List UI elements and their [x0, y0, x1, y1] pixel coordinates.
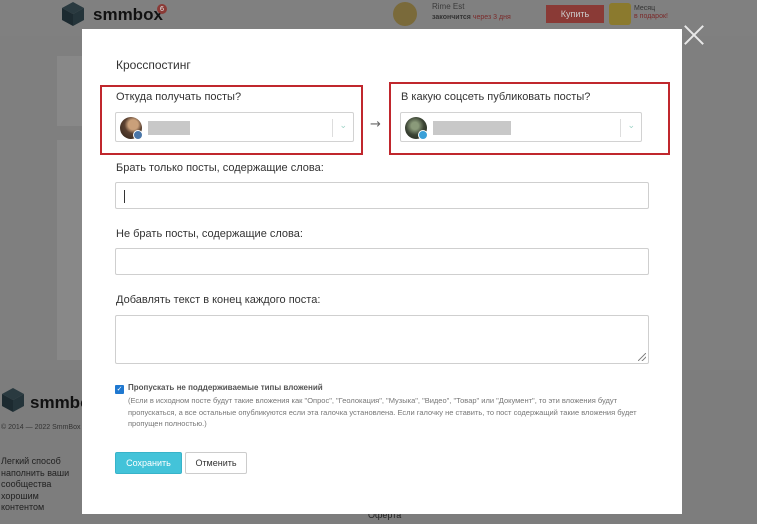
user-name[interactable]: Rime Est	[432, 2, 464, 11]
gift-line-2: в подарок!	[634, 13, 668, 20]
crossposting-modal: Кросспостинг Откуда получать посты? ⌄ → …	[82, 29, 682, 514]
telegram-icon	[418, 130, 428, 140]
chevron-down-icon[interactable]: ⌄	[627, 121, 635, 131]
resize-handle-icon[interactable]	[638, 353, 646, 361]
plan-status: закончится через 3 дня	[432, 14, 511, 21]
exclude-words-input[interactable]	[115, 248, 649, 275]
source-label: Откуда получать посты?	[116, 91, 242, 103]
exclude-words-label: Не брать посты, содержащие слова:	[116, 228, 303, 240]
skip-attachments-label[interactable]: Пропускать не поддерживаемые типы вложен…	[128, 383, 323, 392]
footer-copyright: © 2014 — 2022 SmmBox	[1, 424, 81, 431]
append-text-label: Добавлять текст в конец каждого поста:	[116, 294, 321, 306]
notification-badge[interactable]: 6	[157, 4, 167, 14]
gift-icon[interactable]	[609, 3, 631, 25]
select-divider	[620, 119, 621, 137]
arrow-icon: →	[370, 117, 381, 132]
cancel-button[interactable]: Отменить	[185, 452, 247, 474]
plan-text: закончится	[432, 14, 471, 21]
vk-icon	[133, 130, 143, 140]
user-avatar[interactable]	[393, 2, 417, 26]
footer-slogan: Легкий способ наполнить ваши сообщества …	[1, 456, 70, 512]
save-button[interactable]: Сохранить	[115, 452, 182, 474]
append-text-textarea[interactable]	[115, 315, 649, 364]
modal-title: Кросспостинг	[116, 58, 191, 72]
buy-button[interactable]: Купить	[546, 5, 604, 23]
footer-logo-icon	[2, 388, 24, 412]
destination-select[interactable]: ⌄	[400, 112, 642, 142]
smmbox-logo-icon	[62, 2, 84, 26]
skip-attachments-note: (Если в исходном посте будут такие вложе…	[128, 396, 637, 428]
destination-name-redacted	[433, 121, 511, 135]
source-name-redacted	[148, 121, 190, 135]
include-words-input[interactable]	[115, 182, 649, 209]
include-words-label: Брать только посты, содержащие слова:	[116, 162, 324, 174]
site-logo-text[interactable]: smmbox	[93, 5, 163, 25]
gift-promo[interactable]: Месяц в подарок!	[634, 5, 668, 21]
close-icon[interactable]	[683, 24, 705, 46]
select-divider	[332, 119, 333, 137]
source-select[interactable]: ⌄	[115, 112, 354, 142]
gift-line-1: Месяц	[634, 5, 656, 12]
skip-attachments-checkbox[interactable]: ✓	[115, 385, 124, 394]
destination-label: В какую соцсеть публиковать посты?	[401, 91, 591, 103]
chevron-down-icon[interactable]: ⌄	[339, 121, 347, 131]
text-caret	[124, 190, 125, 203]
plan-deadline: через 3 дня	[472, 14, 511, 21]
